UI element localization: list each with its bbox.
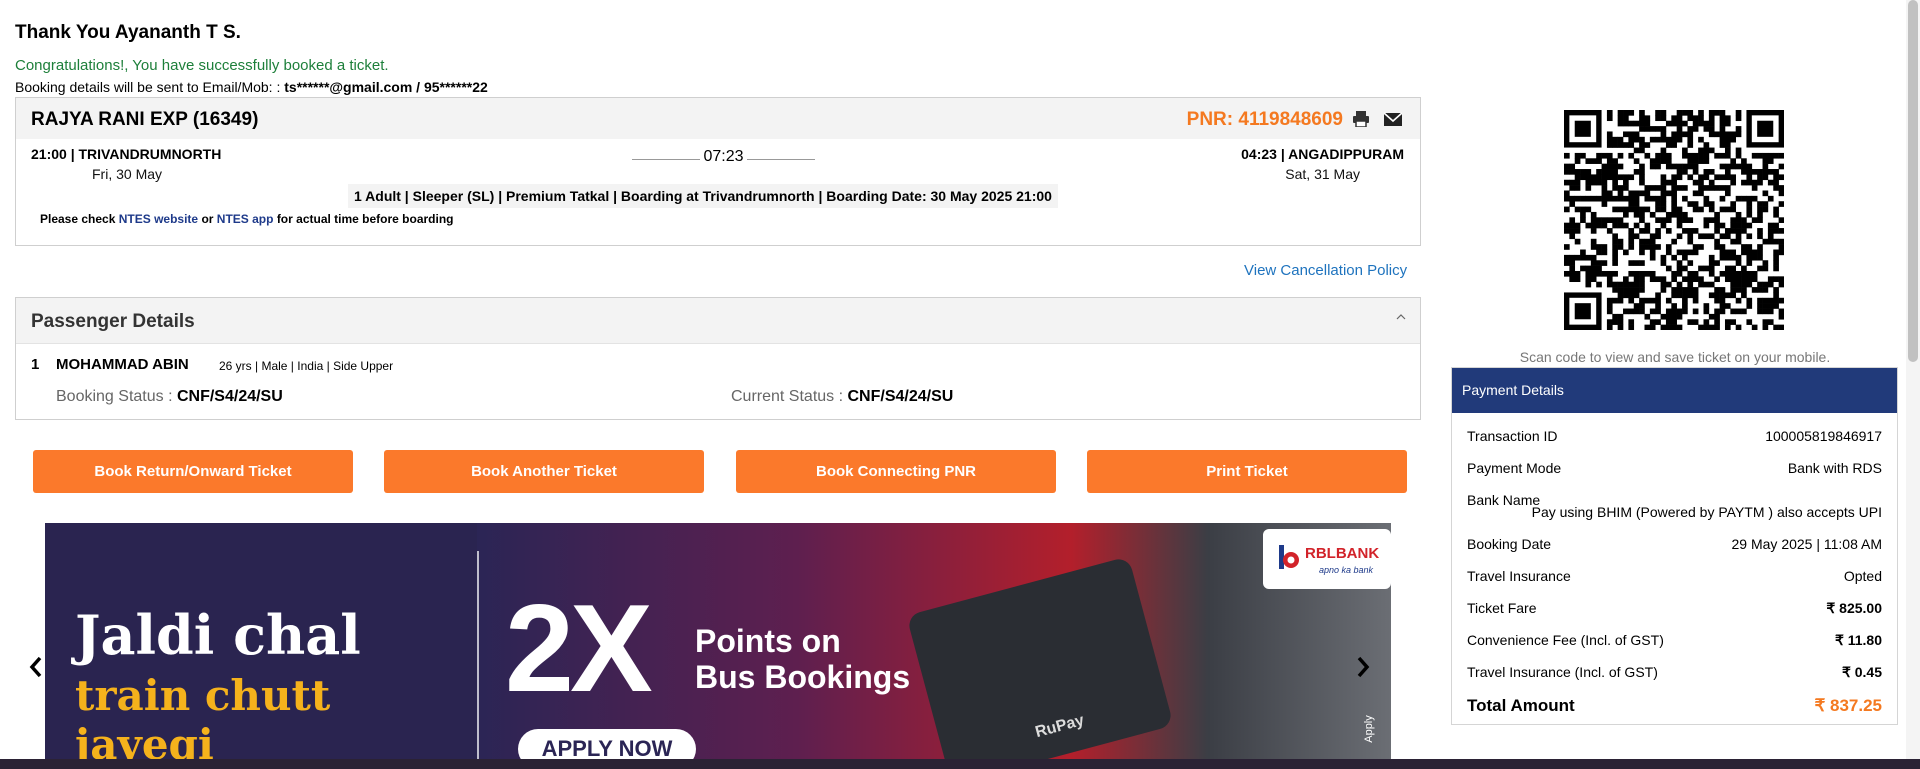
banner-points-text: Points on Bus Bookings <box>695 623 910 695</box>
departure-date: Fri, 30 May <box>92 166 163 182</box>
payment-row-label: Booking Date <box>1467 536 1552 552</box>
current-status: Current Status : CNF/S4/24/SU <box>731 388 953 406</box>
book-another-ticket-button[interactable]: Book Another Ticket <box>384 450 704 493</box>
ntes-note: Please check NTES website or NTES app fo… <box>40 212 454 226</box>
chevron-left-icon[interactable] <box>28 655 44 679</box>
current-status-value: CNF/S4/24/SU <box>847 388 954 405</box>
mail-icon[interactable] <box>1384 112 1402 127</box>
booking-confirmation-page: Thank You Ayananth T S. Congratulations!… <box>0 0 1920 769</box>
payment-row-label: Travel Insurance <box>1467 568 1571 584</box>
banner-multiplier: 2X <box>505 580 653 718</box>
passenger-number: 1 <box>31 356 40 373</box>
payment-row: Travel Insurance (Incl. of GST) ₹ 0.45 <box>1467 664 1882 680</box>
current-status-label: Current Status : <box>731 388 844 405</box>
rbl-bank-logo: RBLBANK apno ka bank <box>1263 529 1391 589</box>
ntes-or: or <box>201 212 214 226</box>
cancellation-policy-link[interactable]: View Cancellation Policy <box>1244 262 1407 279</box>
chevron-up-icon[interactable] <box>1396 312 1406 322</box>
payment-row-label: Ticket Fare <box>1467 600 1537 616</box>
print-icon[interactable] <box>1352 111 1370 127</box>
passenger-name: MOHAMMAD ABIN <box>56 356 189 373</box>
passenger-details-header[interactable]: Passenger Details <box>16 298 1420 344</box>
payment-row-label: Bank Name <box>1467 492 1541 508</box>
payment-row-value: ₹ 11.80 <box>1834 632 1882 648</box>
ntes-app-link[interactable]: NTES app <box>217 212 274 226</box>
payment-row-value: 100005819846917 <box>1765 428 1882 444</box>
payment-details-card: Payment Details Transaction ID 100005819… <box>1451 367 1898 725</box>
payment-row: Transaction ID 100005819846917 <box>1467 428 1882 444</box>
rbl-bank-tagline: apno ka bank <box>1319 565 1374 575</box>
arrival-time-station: 04:23 | ANGADIPPURAM <box>1241 146 1404 162</box>
booking-sent-prefix: Booking details will be sent to Email/Mo… <box>15 79 281 95</box>
booking-sent-contact: ts******@gmail.com / 95******22 <box>284 79 488 95</box>
train-details-card: RAJYA RANI EXP (16349) PNR: 4119848609 2… <box>15 97 1421 246</box>
payment-row-value: Bank with RDS <box>1787 460 1882 476</box>
payment-row-value: Opted <box>1843 568 1882 584</box>
payment-row-label: Payment Mode <box>1467 460 1562 476</box>
payment-row: Payment Mode Bank with RDS <box>1467 460 1882 476</box>
ntes-prefix: Please check <box>40 212 116 226</box>
payment-row: Booking Date 29 May 2025 | 11:08 AM <box>1467 536 1882 552</box>
arrival-date: Sat, 31 May <box>1285 166 1360 182</box>
payment-row-value: 29 May 2025 | 11:08 AM <box>1731 536 1882 552</box>
success-message: Congratulations!, You have successfully … <box>15 57 389 74</box>
payment-details-title: Payment Details <box>1452 368 1897 413</box>
qr-caption: Scan code to view and save ticket on you… <box>1519 349 1831 365</box>
payment-row-label: Travel Insurance (Incl. of GST) <box>1467 664 1658 680</box>
chevron-right-icon[interactable] <box>1355 655 1371 679</box>
total-amount-value: ₹ 837.25 <box>1814 696 1882 715</box>
scrollbar[interactable] <box>1906 0 1920 769</box>
banner-divider <box>477 551 479 763</box>
passenger-details-title: Passenger Details <box>31 311 195 332</box>
passenger-info: 26 yrs | Male | India | Side Upper <box>219 359 394 373</box>
ntes-suffix: for actual time before boarding <box>276 212 454 226</box>
payment-row-label: Convenience Fee (Incl. of GST) <box>1467 632 1664 648</box>
ticket-qr-code <box>1564 110 1784 330</box>
apply-side-text: Apply <box>1363 715 1376 743</box>
payment-row: Convenience Fee (Incl. of GST) ₹ 11.80 <box>1467 632 1882 648</box>
points-line2: Bus Bookings <box>695 659 911 695</box>
booking-status: Booking Status : CNF/S4/24/SU <box>56 388 283 406</box>
points-line1: Points on <box>695 623 841 659</box>
rbl-logo-icon <box>1279 545 1299 569</box>
journey-duration: 07:23 <box>616 148 831 166</box>
ntes-website-link[interactable]: NTES website <box>119 212 198 226</box>
rbl-bank-name: RBLBANK <box>1305 545 1380 562</box>
payment-row: Ticket Fare ₹ 825.00 <box>1467 600 1882 616</box>
banner-line2: train chutt jayegi <box>75 671 331 763</box>
payment-row-value: ₹ 0.45 <box>1841 664 1882 680</box>
payment-row-label: Transaction ID <box>1467 428 1558 444</box>
total-amount-label: Total Amount <box>1467 696 1575 715</box>
journey-info: 1 Adult | Sleeper (SL) | Premium Tatkal … <box>348 184 1058 208</box>
booking-sent-note: Booking details will be sent to Email/Mo… <box>15 79 488 95</box>
scrollbar-thumb[interactable] <box>1908 0 1918 362</box>
bottom-bar <box>0 759 1920 769</box>
thank-you-title: Thank You Ayananth T S. <box>15 22 241 43</box>
total-amount-row: Total Amount ₹ 837.25 <box>1467 696 1882 716</box>
train-name: RAJYA RANI EXP (16349) <box>31 109 259 130</box>
promo-banner[interactable]: Jaldi chal train chutt jayegi 2X Points … <box>45 523 1391 763</box>
booking-status-label: Booking Status : <box>56 388 173 405</box>
apply-now-button[interactable]: APPLY NOW <box>518 729 696 763</box>
banner-line1: Jaldi chal <box>75 603 361 667</box>
departure-time-station: 21:00 | TRIVANDRUMNORTH <box>31 146 222 162</box>
book-connecting-pnr-button[interactable]: Book Connecting PNR <box>736 450 1056 493</box>
pnr-number: PNR: 4119848609 <box>1186 109 1343 130</box>
booking-status-value: CNF/S4/24/SU <box>176 388 283 405</box>
book-return-ticket-button[interactable]: Book Return/Onward Ticket <box>33 450 353 493</box>
payment-row: Travel Insurance Opted <box>1467 568 1882 584</box>
train-header: RAJYA RANI EXP (16349) PNR: 4119848609 <box>16 98 1420 139</box>
payment-row-value: ₹ 825.00 <box>1826 600 1882 616</box>
bank-name-value: Pay using BHIM (Powered by PAYTM ) also … <box>1531 504 1882 520</box>
passenger-details-card: Passenger Details 1 MOHAMMAD ABIN 26 yrs… <box>15 297 1421 420</box>
banner-left-panel: Jaldi chal train chutt jayegi <box>45 523 477 763</box>
print-ticket-button[interactable]: Print Ticket <box>1087 450 1407 493</box>
